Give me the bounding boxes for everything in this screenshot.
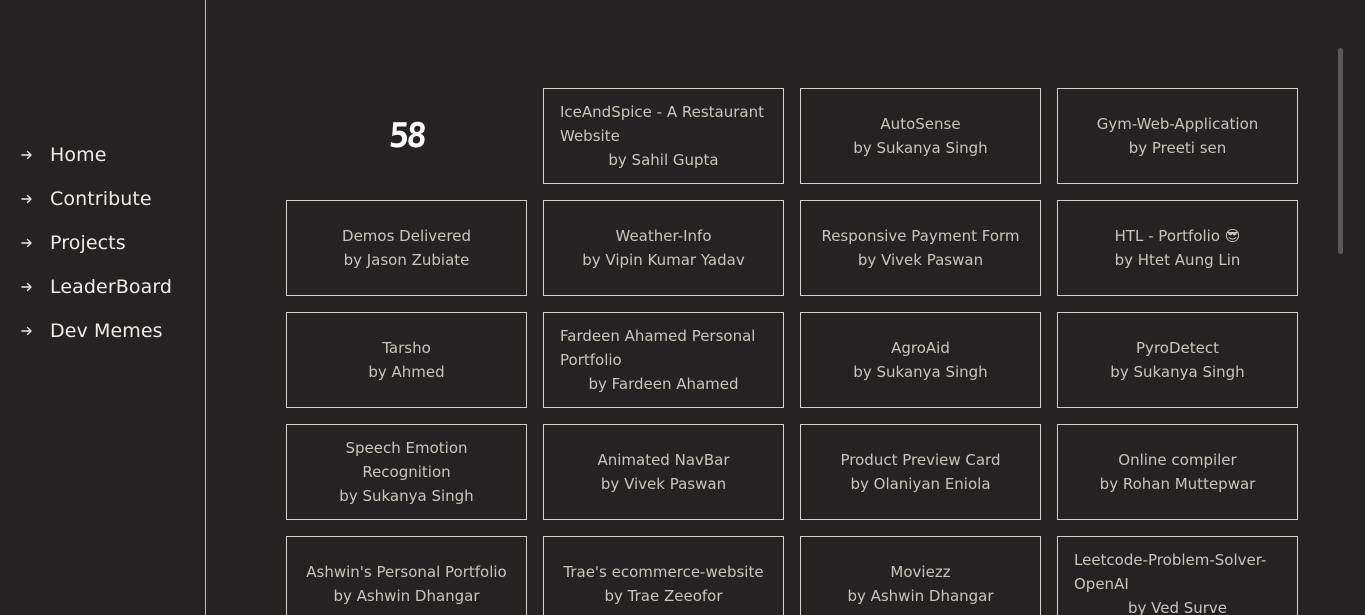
project-title: Responsive Payment Form	[821, 227, 1020, 245]
project-card[interactable]: Demos Delivered by Jason Zubiate	[286, 200, 527, 296]
sidebar-item-label: LeaderBoard	[50, 276, 173, 298]
project-title: Ashwin's Personal Portfolio	[306, 563, 507, 581]
project-card[interactable]: AutoSense by Sukanya Singh	[800, 88, 1041, 184]
project-author: by Jason Zubiate	[343, 251, 470, 269]
sidebar-item-dev-memes[interactable]: Dev Memes	[20, 309, 172, 353]
arrow-right-icon	[20, 280, 34, 294]
project-grid: 58 IceAndSpice - A Restaurant Website by…	[286, 88, 1298, 615]
project-author: by Vivek Paswan	[600, 475, 727, 493]
project-title: Animated NavBar	[597, 451, 730, 469]
project-card[interactable]: Online compiler by Rohan Muttepwar	[1057, 424, 1298, 520]
project-card[interactable]: Moviezz by Ashwin Dhangar	[800, 536, 1041, 615]
project-title: Trae's ecommerce-website	[563, 563, 764, 581]
project-title: Tarsho	[382, 339, 431, 357]
sidebar-item-label: Home	[50, 144, 107, 166]
project-card[interactable]: Animated NavBar by Vivek Paswan	[543, 424, 784, 520]
project-card[interactable]: PyroDetect by Sukanya Singh	[1057, 312, 1298, 408]
project-card[interactable]: Weather-Info by Vipin Kumar Yadav	[543, 200, 784, 296]
project-card[interactable]: Ashwin's Personal Portfolio by Ashwin Dh…	[286, 536, 527, 615]
project-author: by Olaniyan Eniola	[850, 475, 991, 493]
project-title: AutoSense	[880, 115, 961, 133]
project-card[interactable]: AgroAid by Sukanya Singh	[800, 312, 1041, 408]
sidebar-item-home[interactable]: Home	[20, 133, 172, 177]
project-author: by Rohan Muttepwar	[1099, 475, 1256, 493]
project-card[interactable]: IceAndSpice - A Restaurant Website by Sa…	[543, 88, 784, 184]
arrow-right-icon	[20, 324, 34, 338]
project-author: by Vivek Paswan	[857, 251, 984, 269]
project-title: Gym-Web-Application	[1096, 115, 1259, 133]
project-card[interactable]: Tarsho by Ahmed	[286, 312, 527, 408]
project-author: by Htet Aung Lin	[1114, 251, 1241, 269]
project-count: 58	[387, 116, 426, 156]
project-card[interactable]: Fardeen Ahamed Personal Portfolio by Far…	[543, 312, 784, 408]
sidebar-item-leaderboard[interactable]: LeaderBoard	[20, 265, 172, 309]
sidebar-nav: Home Contribute Projects LeaderBoard Dev…	[20, 133, 172, 353]
project-card[interactable]: Leetcode-Problem-Solver-OpenAI by Ved Su…	[1057, 536, 1298, 615]
project-author: by Sukanya Singh	[339, 487, 474, 505]
project-card[interactable]: Responsive Payment Form by Vivek Paswan	[800, 200, 1041, 296]
project-title: Weather-Info	[615, 227, 712, 245]
sidebar-item-label: Projects	[50, 232, 126, 254]
sidebar-item-label: Contribute	[50, 188, 152, 210]
project-author: by Vipin Kumar Yadav	[582, 251, 745, 269]
app-root: Home Contribute Projects LeaderBoard Dev…	[0, 0, 1365, 615]
project-title: HTL - Portfolio 😎	[1114, 227, 1241, 245]
project-card[interactable]: Speech Emotion Recognition by Sukanya Si…	[286, 424, 527, 520]
project-card[interactable]: Trae's ecommerce-website by Trae Zeeofor	[543, 536, 784, 615]
project-title: Demos Delivered	[342, 227, 471, 245]
project-author: by Preeti sen	[1128, 139, 1227, 157]
project-title: Fardeen Ahamed Personal Portfolio	[560, 327, 756, 369]
project-card[interactable]: HTL - Portfolio 😎 by Htet Aung Lin	[1057, 200, 1298, 296]
arrow-right-icon	[20, 192, 34, 206]
sidebar-item-label: Dev Memes	[50, 320, 163, 342]
project-title: Moviezz	[890, 563, 951, 581]
project-author: by Trae Zeeofor	[604, 587, 723, 605]
scrollbar[interactable]	[1338, 48, 1343, 254]
arrow-right-icon	[20, 148, 34, 162]
project-counter: 58	[286, 88, 527, 184]
project-author: by Ashwin Dhangar	[847, 587, 994, 605]
project-card[interactable]: Gym-Web-Application by Preeti sen	[1057, 88, 1298, 184]
project-title: IceAndSpice - A Restaurant Website	[560, 103, 764, 145]
sidebar: Home Contribute Projects LeaderBoard Dev…	[0, 0, 206, 615]
project-title: Online compiler	[1118, 451, 1237, 469]
project-title: PyroDetect	[1136, 339, 1219, 357]
sidebar-item-projects[interactable]: Projects	[20, 221, 172, 265]
sidebar-item-contribute[interactable]: Contribute	[20, 177, 172, 221]
project-card[interactable]: Product Preview Card by Olaniyan Eniola	[800, 424, 1041, 520]
project-author: by Ahmed	[368, 363, 445, 381]
project-title: Speech Emotion Recognition	[345, 439, 468, 481]
project-author: by Sukanya Singh	[1110, 363, 1245, 381]
project-author: by Sahil Gupta	[608, 151, 719, 169]
project-author: by Ashwin Dhangar	[333, 587, 480, 605]
project-title: Leetcode-Problem-Solver-OpenAI	[1074, 551, 1267, 593]
project-title: AgroAid	[891, 339, 950, 357]
main-content: 58 IceAndSpice - A Restaurant Website by…	[206, 0, 1336, 615]
project-title: Product Preview Card	[840, 451, 1001, 469]
project-author: by Ved Surve	[1127, 599, 1228, 615]
project-author: by Sukanya Singh	[853, 363, 988, 381]
project-author: by Fardeen Ahamed	[588, 375, 739, 393]
project-author: by Sukanya Singh	[853, 139, 988, 157]
arrow-right-icon	[20, 236, 34, 250]
